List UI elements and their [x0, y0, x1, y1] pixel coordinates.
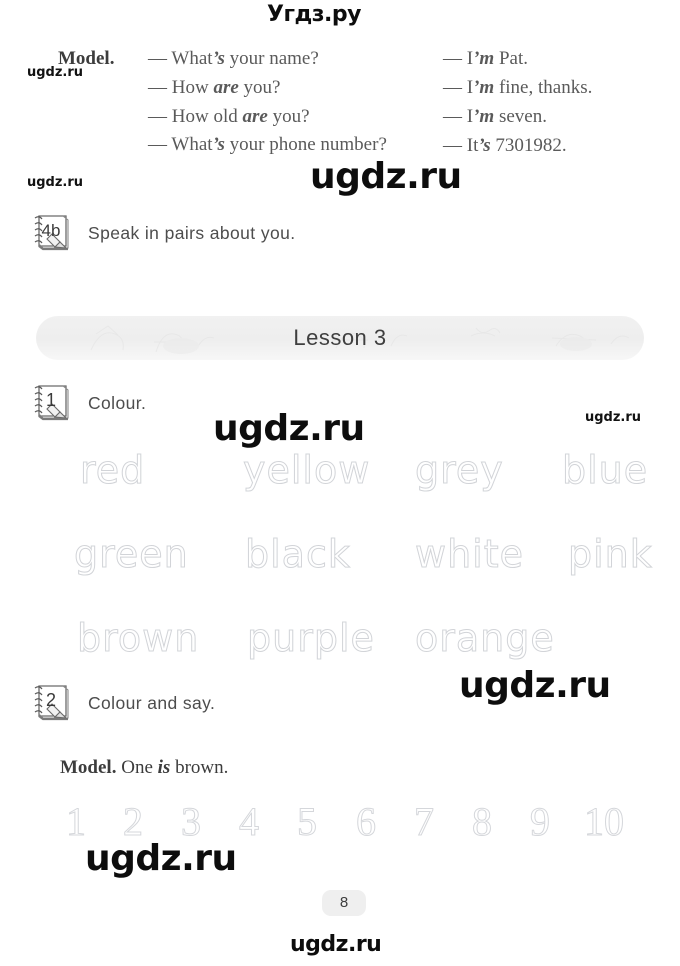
watermark-large: ugdz.ru [310, 156, 462, 197]
colour-word-purple[interactable]: purple [247, 616, 375, 661]
question-text-pre: How old [171, 106, 243, 127]
watermark-small: ugdz.ru [27, 65, 84, 80]
colour-word-grey[interactable]: grey [415, 448, 504, 493]
model-bottom-line: Model. One is brown. [60, 757, 228, 779]
colour-word-red[interactable]: red [79, 448, 145, 493]
exercise-4b-instruction: Speak in pairs about you. [88, 222, 296, 243]
outline-number-8[interactable]: 8 [472, 798, 493, 845]
notepad-pencil-icon: 4b [30, 210, 76, 256]
dialogue-question: — What’s your phone number? [148, 131, 438, 159]
exercise-2: 2 Colour and say. [30, 680, 215, 726]
model-bottom-emphasis: is [157, 757, 171, 778]
colour-word-orange[interactable]: orange [415, 616, 555, 661]
textbook-page: Угдз.ру Model. — What’s your name? — How… [0, 0, 680, 966]
colour-word-green[interactable]: green [74, 532, 189, 577]
answer-text-emphasis: ’m [473, 48, 495, 69]
exercise-1: 1 Colour. [30, 380, 146, 426]
dialogue-question: — What’s your name? [148, 44, 438, 73]
notepad-pencil-icon: 1 [30, 380, 76, 426]
dialogue-answer: — It’s 7301982. [443, 131, 680, 160]
dash: — [148, 134, 167, 155]
colour-word-yellow[interactable]: yellow [242, 448, 370, 493]
watermark-large: ugdz.ru [85, 838, 237, 879]
colour-words-grid: red yellow grey blue green black white p… [60, 448, 660, 700]
answer-text-post: Pat. [494, 48, 528, 69]
answer-text-emphasis: ’m [473, 106, 495, 127]
outline-number-10[interactable]: 10 [584, 798, 625, 845]
outline-number-9[interactable]: 9 [530, 798, 551, 845]
watermark-large: ugdz.ru [459, 665, 611, 706]
answer-text-post: 7301982. [490, 135, 567, 156]
exercise-4b: 4b Speak in pairs about you. [30, 210, 296, 256]
dialogue-answer: — I’m Pat. [443, 44, 680, 73]
notepad-pencil-icon: 2 [30, 680, 76, 726]
watermark-top: Угдз.ру [267, 2, 361, 27]
outline-number-5[interactable]: 5 [297, 798, 318, 845]
question-text-post: you? [238, 77, 281, 98]
exercise-number: 2 [46, 690, 56, 710]
dash: — [148, 77, 167, 98]
model-bottom-post: brown. [170, 757, 229, 778]
answer-text-emphasis: ’s [478, 135, 491, 156]
outline-number-1[interactable]: 1 [66, 798, 87, 845]
dialogue-questions-column: — What’s your name? — How are you? — How… [148, 44, 438, 159]
watermark-small: ugdz.ru [27, 175, 84, 190]
lesson-title: Lesson 3 [293, 325, 387, 350]
dialogue-question: — How are you? [148, 73, 438, 102]
question-text-emphasis: ’s [212, 134, 225, 155]
dialogue-question: — How old are you? [148, 102, 438, 131]
question-text-emphasis: are [242, 106, 268, 127]
model-bottom-label: Model. [60, 757, 117, 778]
watermark-bottom: ugdz.ru [290, 932, 382, 957]
exercise-2-instruction: Colour and say. [88, 692, 216, 713]
question-text-post: your phone number? [224, 134, 387, 155]
watermark-large: ugdz.ru [213, 408, 365, 449]
exercise-number: 1 [46, 390, 56, 410]
dialogue-answer: — I’m fine, thanks. [443, 73, 680, 102]
question-text-post: you? [267, 106, 310, 127]
dash: — [443, 77, 462, 98]
answer-text-pre: It [466, 135, 479, 156]
question-text-pre: What [171, 48, 213, 69]
question-text-pre: What [171, 134, 213, 155]
page-number: 8 [339, 894, 349, 911]
dialogue-answers-column: — I’m Pat. — I’m fine, thanks. — I’m sev… [443, 44, 680, 160]
colour-word-black[interactable]: black [245, 532, 351, 577]
dash: — [443, 135, 462, 156]
exercise-1-instruction: Colour. [88, 392, 147, 413]
question-text-pre: How [171, 77, 214, 98]
dash: — [443, 106, 462, 127]
exercise-number: 4b [42, 221, 61, 240]
outline-number-6[interactable]: 6 [356, 798, 377, 845]
colour-word-pink[interactable]: pink [568, 532, 653, 577]
dash: — [148, 48, 167, 69]
colour-words-row: red yellow grey blue [60, 448, 660, 532]
watermark-small: ugdz.ru [585, 410, 642, 425]
question-text-emphasis: are [213, 77, 239, 98]
answer-text-post: seven. [494, 106, 547, 127]
colour-word-white[interactable]: white [415, 532, 524, 577]
answer-text-emphasis: ’m [473, 77, 495, 98]
question-text-post: your name? [224, 48, 319, 69]
lesson-banner: Lesson 3 [36, 316, 644, 360]
answer-text-post: fine, thanks. [494, 77, 593, 98]
dialogue-answer: — I’m seven. [443, 102, 680, 131]
outline-number-4[interactable]: 4 [239, 798, 260, 845]
dash: — [443, 48, 462, 69]
colour-word-blue[interactable]: blue [561, 448, 648, 493]
outline-number-7[interactable]: 7 [414, 798, 435, 845]
question-text-emphasis: ’s [212, 48, 225, 69]
model-bottom-pre: One [121, 757, 158, 778]
colour-word-brown[interactable]: brown [76, 616, 199, 661]
colour-words-row: green black white pink [60, 532, 660, 616]
dash: — [148, 106, 167, 127]
page-number-badge: 8 [322, 890, 366, 916]
